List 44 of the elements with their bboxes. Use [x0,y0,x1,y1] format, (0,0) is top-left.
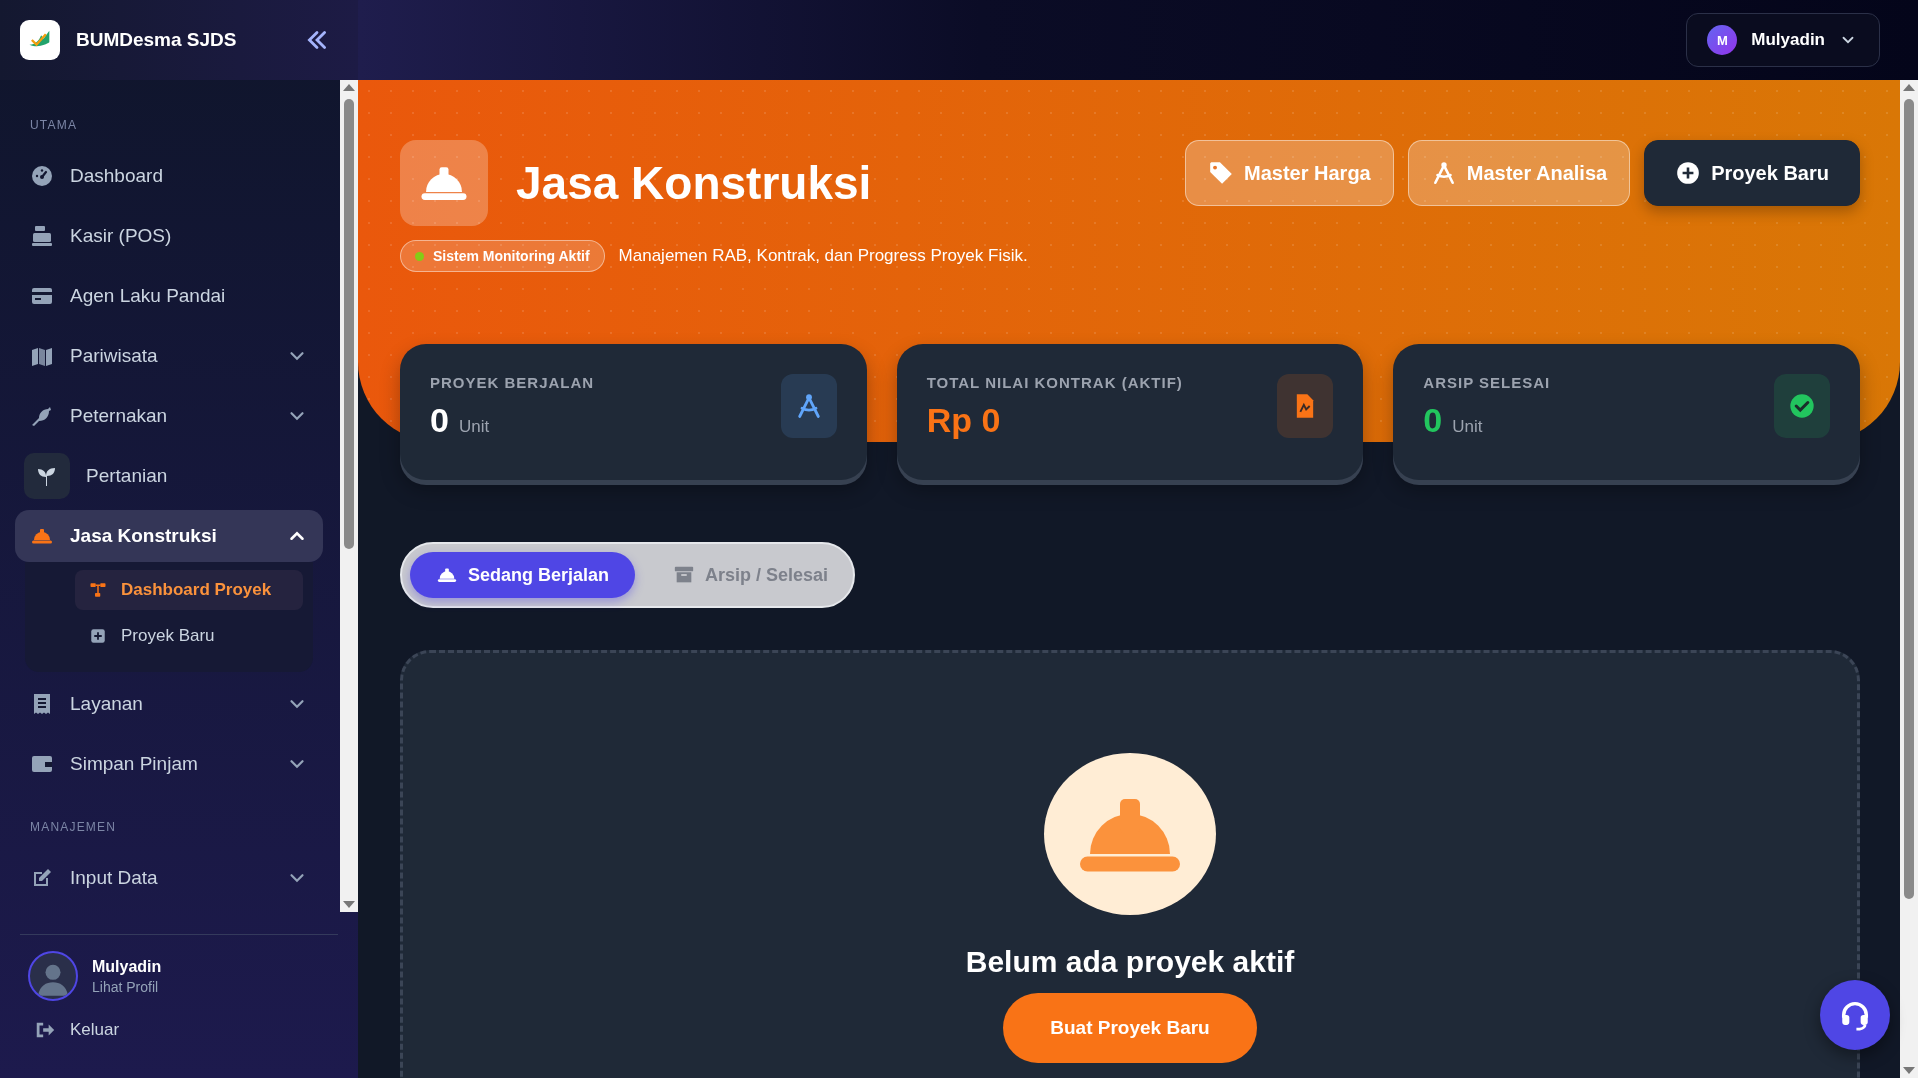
sidebar-item[interactable]: Input Data [15,852,323,904]
status-badge: Sistem Monitoring Aktif [400,240,605,272]
stat-unit: Unit [458,417,490,437]
empty-state-title: Belum ada proyek aktif [965,945,1295,979]
stat-value: Rp 0 [926,401,1001,440]
stat-label: ARSIP SELESAI [1423,374,1551,391]
section-heading: MANAJEMEN [29,820,118,836]
plus-icon [89,627,107,645]
submenu-item[interactable]: Dashboard Proyek [75,570,303,610]
user-avatar: M [1707,25,1738,55]
sidebar-item[interactable]: Dashboard [15,150,323,202]
logout-link[interactable]: Keluar [34,1019,338,1041]
stat-value: 0 [1423,401,1443,440]
stat-value: 0 [430,401,449,440]
sidebar-item[interactable]: Jasa Konstruksi [15,510,323,562]
cash-register-icon [30,224,54,248]
stat-unit: Unit [1452,417,1483,437]
plus-icon [1675,160,1702,186]
gauge-icon [30,164,54,188]
stat-label: TOTAL NILAI KONTRAK (AKTIF) [926,374,1183,391]
sidebar-item[interactable]: Simpan Pinjam [15,738,323,790]
sidebar-item[interactable]: Pertanian [15,450,323,502]
user-name: Mulyadin [92,957,162,976]
user-menu-button[interactable]: M Mulyadin [1686,13,1880,67]
scrollbar[interactable] [340,80,358,912]
scrollbar[interactable] [1900,80,1918,1078]
logo [20,20,60,60]
avatar[interactable] [28,951,78,1001]
sidebar-item[interactable]: Agen Laku Pandai [15,270,323,322]
header-button[interactable]: Proyek Baru [1644,140,1860,206]
sidebar-item[interactable]: Kasir (POS) [15,210,323,262]
page-title: Jasa Konstruksi [516,156,872,210]
submenu-item[interactable]: Proyek Baru [75,616,303,656]
tab[interactable]: Sedang Berjalan [410,552,636,598]
section-heading: UTAMA [29,118,79,134]
sidebar-item[interactable]: Layanan [15,678,323,730]
sidebar-item[interactable]: Pariwisata [15,330,323,382]
sidebar-item[interactable]: Peternakan [15,390,323,442]
brand-name: BUMDesma SJDS [76,29,238,51]
profile-link[interactable]: Lihat Profil [92,978,162,995]
diagram-icon [89,581,107,599]
page-description: Manajemen RAB, Kontrak, dan Progress Proyek Fisik. [618,246,1028,266]
tag-icon [1208,160,1234,186]
stat-label: PROYEK BERJALAN [430,374,595,391]
